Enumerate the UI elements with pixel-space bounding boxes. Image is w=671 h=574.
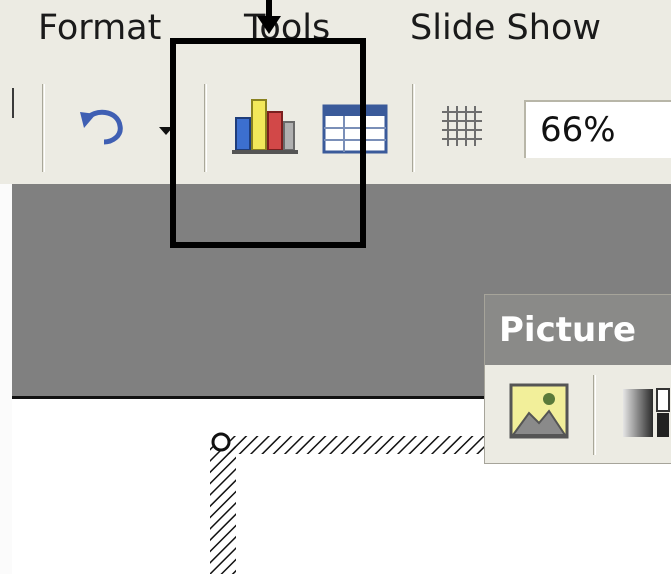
picture-toolbar-title: Picture <box>499 310 637 350</box>
toolbar-separator <box>42 84 45 172</box>
toolbar-separator <box>12 88 14 118</box>
menu-format[interactable]: Format <box>38 4 161 52</box>
zoom-value: 66% <box>540 110 616 150</box>
undo-icon[interactable] <box>74 104 130 152</box>
show-grid-icon[interactable] <box>440 104 484 152</box>
menu-slide-show[interactable]: Slide Show <box>410 4 601 52</box>
insert-picture-icon[interactable] <box>509 383 569 443</box>
placeholder-selection-border[interactable] <box>208 428 508 574</box>
left-edge <box>0 184 12 574</box>
toolbar-separator <box>412 84 415 172</box>
image-color-icon[interactable] <box>621 385 671 445</box>
annotation-arrow <box>257 0 281 34</box>
picture-toolbar-titlebar[interactable]: Picture <box>485 295 671 365</box>
annotation-highlight-box <box>170 38 366 248</box>
zoom-field[interactable]: 66% <box>524 100 671 158</box>
toolbar-separator <box>593 375 596 455</box>
picture-toolbar[interactable]: Picture <box>484 294 671 464</box>
